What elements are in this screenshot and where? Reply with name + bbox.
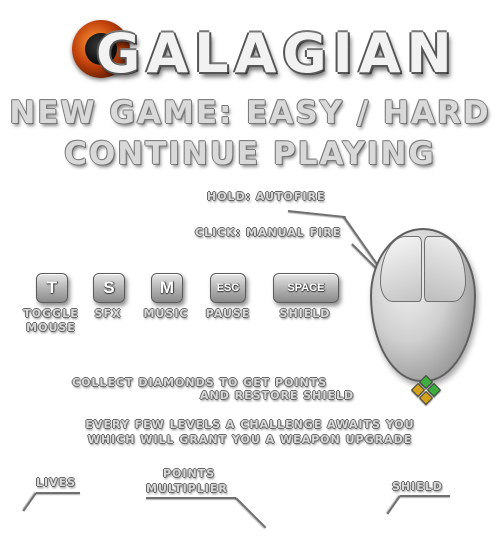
lives-callout-line-2 xyxy=(22,492,37,512)
mouse-icon xyxy=(370,228,476,382)
hud-points-label: POINTS xyxy=(163,467,216,480)
hold-autofire-label: HOLD: AUTOFIRE xyxy=(207,190,326,203)
points-callout-line-2 xyxy=(235,497,267,529)
hud-shield-label: SHIELD xyxy=(392,480,443,493)
mouse-left-button-icon xyxy=(380,236,422,302)
mouse-right-button-icon xyxy=(424,236,466,302)
key-t-icon: T xyxy=(36,273,68,303)
key-t-label: TOGGLE xyxy=(23,307,79,320)
points-callout-line xyxy=(146,497,236,499)
key-space-label: SHIELD xyxy=(279,307,331,320)
diamonds-info-line-2: AND RESTORE SHIELD xyxy=(200,389,355,402)
lives-callout-line xyxy=(36,492,80,494)
diamonds-info-line-1: COLLECT DIAMONDS TO GET POINTS xyxy=(72,376,328,389)
click-manual-fire-label: CLICK: MANUAL FIRE xyxy=(195,226,342,239)
key-m-icon: M xyxy=(151,273,183,303)
key-esc-label: PAUSE xyxy=(205,307,251,320)
menu-continue-playing[interactable]: CONTINUE PLAYING xyxy=(0,136,500,172)
hold-callout-line xyxy=(287,210,346,219)
key-s-label: SFX xyxy=(94,307,122,320)
challenge-info-line-2: WHICH WILL GRANT YOU A WEAPON UPGRADE xyxy=(87,433,413,446)
key-m-label: MUSIC xyxy=(143,307,189,320)
key-s-icon: S xyxy=(93,273,125,303)
menu-new-game[interactable]: NEW GAME: EASY / HARD xyxy=(0,95,500,131)
game-title: GALAGIAN xyxy=(96,22,458,85)
shield-callout-line-2 xyxy=(386,495,401,515)
challenge-info-line-1: EVERY FEW LEVELS A CHALLENGE AWAITS YOU xyxy=(85,418,415,431)
hud-multiplier-label: MULTIPLIER xyxy=(146,482,228,495)
shield-callout-line xyxy=(400,495,450,497)
key-esc-icon: ESC xyxy=(210,273,246,303)
hud-lives-label: LIVES xyxy=(36,476,77,489)
diamonds-icon xyxy=(410,374,442,406)
key-space-icon: SPACE xyxy=(273,273,339,303)
key-t-label-2: MOUSE xyxy=(26,321,76,334)
game-logo: GALAGIAN xyxy=(72,12,452,85)
